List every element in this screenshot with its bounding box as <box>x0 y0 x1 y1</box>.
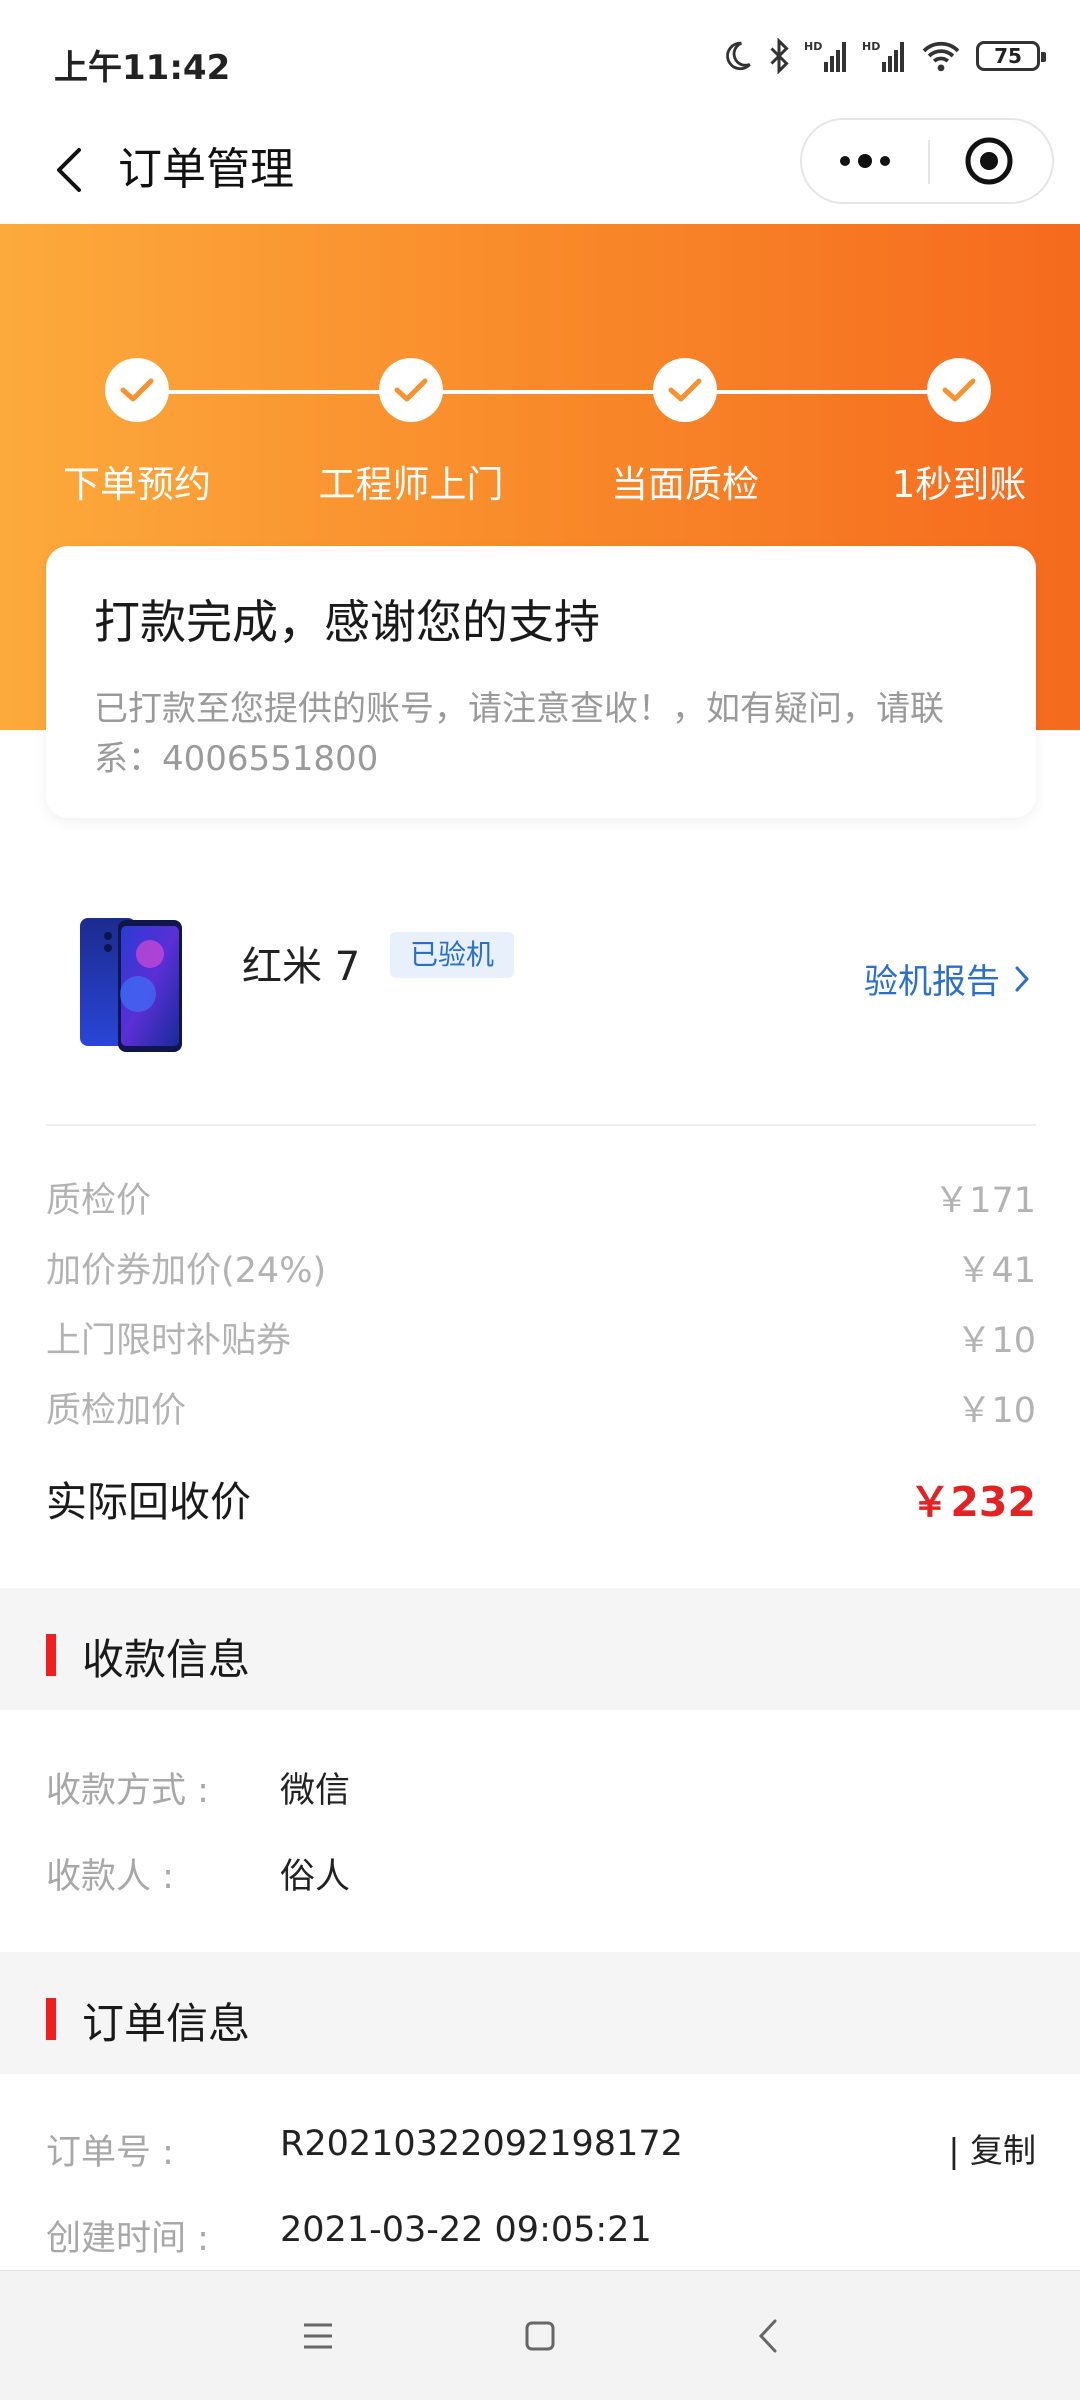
step-1: 下单预约 <box>37 358 237 508</box>
check-icon <box>927 358 991 422</box>
copy-button[interactable]: | 复制 <box>948 2124 1036 2172</box>
svg-text:HD: HD <box>862 40 880 53</box>
status-bar: 上午11:42 HD HD 75 <box>0 0 1080 118</box>
hd-signal-icon: HD <box>804 40 846 72</box>
svg-text:HD: HD <box>804 40 822 53</box>
mini-program-capsule <box>800 118 1054 204</box>
price-row: 质检价 ￥171 <box>46 1160 1036 1230</box>
info-value: 俗人 <box>280 1857 351 1897</box>
step-label: 当面质检 <box>611 463 759 506</box>
step-4: 1秒到账 <box>859 358 1059 508</box>
payee-row: 收款人 : 俗人 <box>46 1848 1036 1908</box>
hd-signal-icon: HD <box>862 40 904 72</box>
message-title: 打款完成，感谢您的支持 <box>94 595 600 649</box>
nav-bar: 订单管理 <box>0 118 1080 224</box>
system-back-button[interactable] <box>738 2311 798 2361</box>
price-row: 上门限时补贴券 ￥10 <box>46 1300 1036 1370</box>
price-row: 质检加价 ￥10 <box>46 1370 1036 1440</box>
status-icons: HD HD 75 <box>720 38 1046 74</box>
price-value: ￥10 <box>956 1391 1036 1431</box>
back-button[interactable] <box>38 140 98 200</box>
created-time-row: 创建时间 : 2021-03-22 09:05:21 <box>46 2210 1036 2270</box>
step-label: 工程师上门 <box>318 463 504 506</box>
bluetooth-icon <box>770 38 789 74</box>
chevron-left-icon <box>57 148 81 192</box>
order-management-page: 上午11:42 HD HD 75 订单管理 下单预约 工程师上门 当面质检 1秒… <box>0 0 1080 2400</box>
menu-icon <box>304 2323 332 2349</box>
product-row: 红米 7 已验机 验机报告 <box>0 880 1080 1080</box>
info-label: 订单号 : <box>46 2133 174 2173</box>
menu-button[interactable] <box>288 2311 348 2361</box>
price-value: ￥41 <box>956 1251 1036 1291</box>
check-icon <box>379 358 443 422</box>
order-number: R20210322092198172 <box>280 2124 683 2164</box>
total-value: ￥232 <box>909 1478 1036 1526</box>
payment-complete-card: 打款完成，感谢您的支持 已打款至您提供的账号，请注意查收！，如有疑问，请联系：4… <box>46 546 1036 818</box>
phone-image <box>80 918 182 1052</box>
inspected-badge: 已验机 <box>390 932 515 978</box>
home-square-icon <box>525 2321 555 2351</box>
step-3: 当面质检 <box>585 358 785 508</box>
step-2: 工程师上门 <box>311 358 511 508</box>
progress-line <box>136 390 962 394</box>
product-name: 红米 7 <box>242 944 361 990</box>
target-close-icon <box>965 137 1013 185</box>
step-label: 1秒到账 <box>891 463 1027 506</box>
section-title: 订单信息 <box>82 1999 251 2048</box>
divider <box>46 1124 1036 1126</box>
payment-method-row: 收款方式 : 微信 <box>46 1762 1036 1822</box>
more-dots-icon <box>840 154 890 168</box>
price-label: 质检加价 <box>46 1391 187 1431</box>
close-button[interactable] <box>926 120 1052 202</box>
check-icon <box>653 358 717 422</box>
order-number-row: 订单号 : R20210322092198172 | 复制 <box>46 2124 1036 2184</box>
section-marker <box>46 1998 56 2040</box>
check-icon <box>105 358 169 422</box>
info-label: 收款方式 : <box>46 1771 209 1811</box>
info-label: 收款人 : <box>46 1857 174 1897</box>
more-button[interactable] <box>802 120 928 202</box>
page-title: 订单管理 <box>118 144 294 195</box>
moon-icon <box>726 41 751 71</box>
info-label: 创建时间 : <box>46 2219 209 2259</box>
home-button[interactable] <box>510 2311 570 2361</box>
back-triangle-icon <box>758 2319 777 2353</box>
price-breakdown: 质检价 ￥171 加价券加价(24%) ￥41 上门限时补贴券 ￥10 质检加价… <box>46 1160 1036 1440</box>
battery-icon: 75 <box>976 41 1046 71</box>
inspection-report-link[interactable]: 验机报告 <box>864 954 1030 1003</box>
order-info-header: 订单信息 <box>0 1952 1080 2074</box>
battery-level: 75 <box>994 44 1022 68</box>
price-label: 质检价 <box>46 1181 152 1221</box>
price-value: ￥171 <box>934 1181 1036 1221</box>
report-link-label: 验机报告 <box>864 962 1000 1002</box>
section-title: 收款信息 <box>82 1635 251 1684</box>
total-price-row: 实际回收价 ￥232 <box>46 1468 1036 1532</box>
info-value: 2021-03-22 09:05:21 <box>280 2210 652 2250</box>
price-value: ￥10 <box>956 1321 1036 1361</box>
message-body: 已打款至您提供的账号，请注意查收！，如有疑问，请联系：4006551800 <box>94 689 944 779</box>
system-nav-bar <box>0 2270 1080 2400</box>
price-label: 上门限时补贴券 <box>46 1321 292 1361</box>
price-label: 加价券加价(24%) <box>46 1251 327 1291</box>
price-row: 加价券加价(24%) ￥41 <box>46 1230 1036 1300</box>
total-label: 实际回收价 <box>46 1478 251 1526</box>
step-label: 下单预约 <box>63 463 211 506</box>
info-value: 微信 <box>280 1771 351 1811</box>
section-marker <box>46 1634 56 1676</box>
wifi-icon <box>922 41 960 72</box>
status-time: 上午11:42 <box>54 48 231 88</box>
chevron-right-icon <box>1015 966 1029 991</box>
payment-info-header: 收款信息 <box>0 1588 1080 1710</box>
